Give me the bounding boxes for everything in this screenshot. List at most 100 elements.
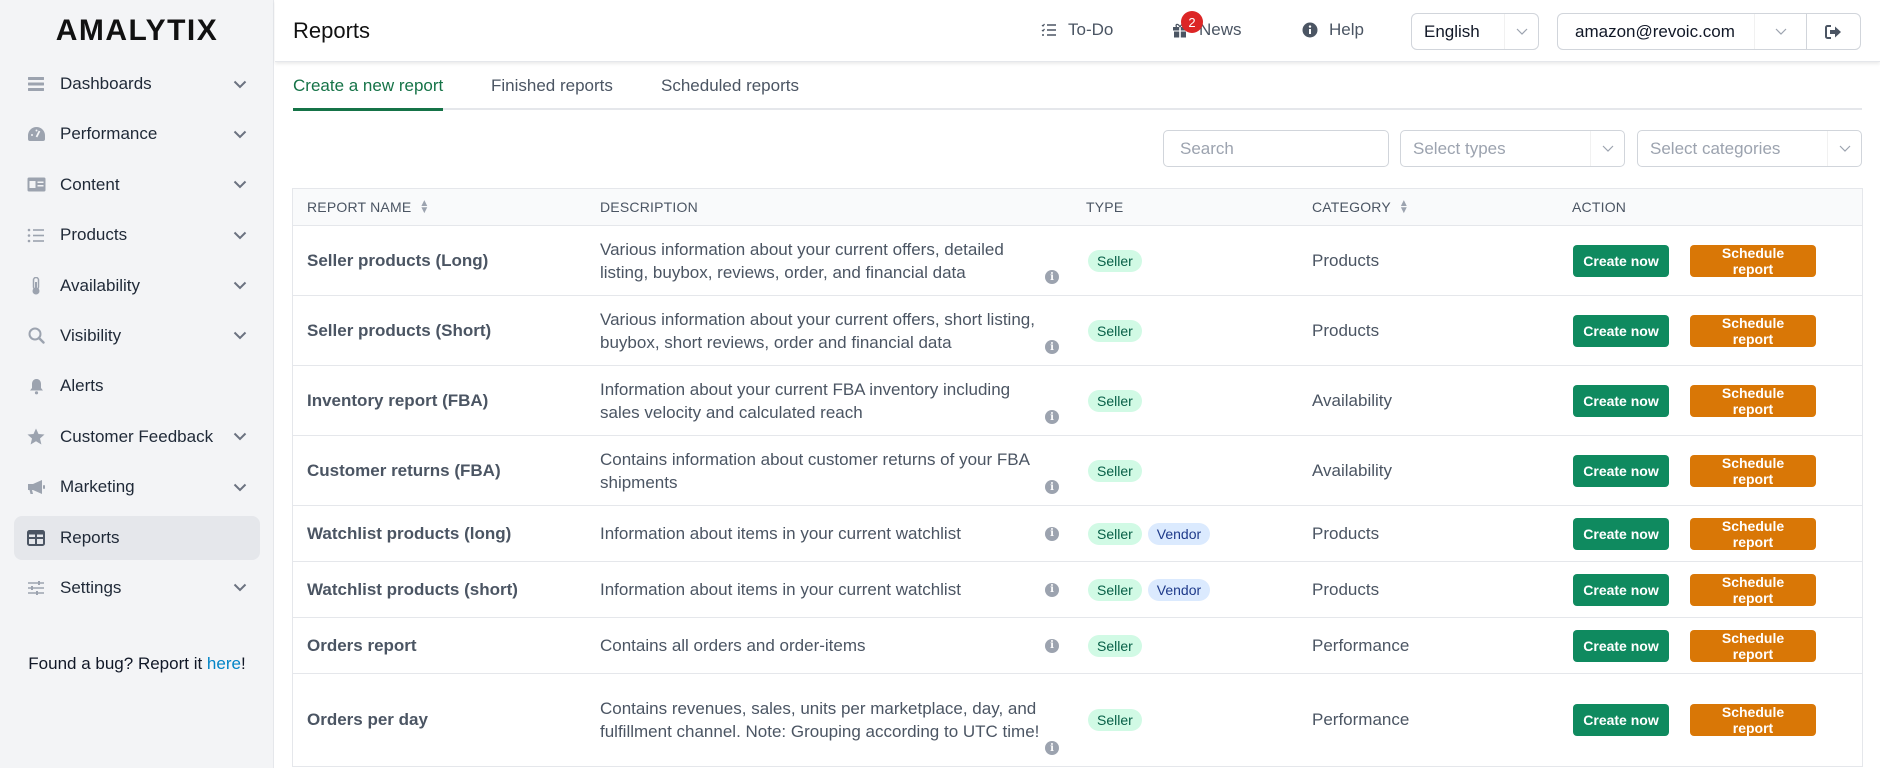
row-actions: Create now Schedule report xyxy=(1573,506,1816,561)
tab-finished-reports[interactable]: Finished reports xyxy=(491,76,613,108)
sidebar-item-settings[interactable]: Settings xyxy=(14,566,260,610)
row-actions: Create now Schedule report xyxy=(1573,562,1816,617)
list-icon xyxy=(26,225,46,245)
report-name: Customer returns (FBA) xyxy=(307,460,501,480)
create-now-button[interactable]: Create now xyxy=(1573,314,1669,347)
info-icon[interactable]: i xyxy=(1045,480,1059,494)
report-description: Contains information about customer retu… xyxy=(600,449,1029,492)
tab-scheduled-reports[interactable]: Scheduled reports xyxy=(661,76,799,108)
info-icon[interactable]: i xyxy=(1045,741,1059,755)
chevron-down-icon xyxy=(232,278,248,294)
report-category: Products xyxy=(1312,250,1380,270)
sidebar-item-visibility[interactable]: Visibility xyxy=(14,314,260,358)
sidebar-item-dashboards[interactable]: Dashboards xyxy=(14,62,260,106)
report-description: Various information about your current o… xyxy=(600,239,1004,282)
sidebar-item-customer-feedback[interactable]: Customer Feedback xyxy=(14,415,260,459)
news-label: News xyxy=(1199,20,1242,39)
report-name: Inventory report (FBA) xyxy=(307,390,489,410)
type-badge-vendor: Vendor xyxy=(1147,522,1211,545)
create-now-button[interactable]: Create now xyxy=(1573,384,1669,417)
info-icon xyxy=(1301,21,1319,39)
sidebar-item-reports[interactable]: Reports xyxy=(14,515,260,560)
table-row: Inventory report (FBA) Information about… xyxy=(293,366,1862,436)
todo-link[interactable]: To-Do xyxy=(1040,20,1113,40)
help-link[interactable]: Help xyxy=(1301,20,1364,40)
create-now-button[interactable]: Create now xyxy=(1573,454,1669,487)
logo[interactable]: AMALYTIX xyxy=(0,14,274,48)
info-icon[interactable]: i xyxy=(1045,526,1059,541)
chevron-down-icon[interactable] xyxy=(1754,14,1806,49)
sort-icon[interactable]: ▲ ▼ xyxy=(1399,199,1409,216)
report-types: Seller xyxy=(1088,366,1142,435)
type-badge-seller: Seller xyxy=(1088,578,1142,601)
schedule-report-button[interactable]: Schedule report xyxy=(1690,629,1816,662)
report-name: Watchlist products (short) xyxy=(307,579,518,599)
schedule-report-button[interactable]: Schedule report xyxy=(1690,517,1816,550)
page-title: Reports xyxy=(293,18,371,43)
info-icon[interactable]: i xyxy=(1045,410,1059,424)
sidebar-item-performance[interactable]: Performance xyxy=(14,112,260,156)
account-select[interactable]: amazon@revoic.com xyxy=(1557,13,1861,50)
row-actions: Create now Schedule report xyxy=(1573,674,1816,766)
report-types: Seller xyxy=(1088,674,1142,766)
column-header-report-name[interactable]: REPORT NAME ▲ ▼ xyxy=(307,199,429,216)
bug-note-prefix: Found a bug? Report it xyxy=(28,654,207,673)
info-icon[interactable]: i xyxy=(1045,638,1059,653)
chevron-down-icon xyxy=(1504,14,1538,49)
star-icon xyxy=(26,427,46,447)
create-now-button[interactable]: Create now xyxy=(1573,517,1669,550)
logout-button[interactable] xyxy=(1806,14,1860,49)
tab-create-new-report[interactable]: Create a new report xyxy=(293,76,444,111)
megaphone-icon xyxy=(26,477,46,497)
todo-label: To-Do xyxy=(1068,20,1114,39)
chevron-down-icon xyxy=(232,479,248,495)
sidebar-item-label: Settings xyxy=(60,577,122,597)
create-now-button[interactable]: Create now xyxy=(1573,573,1669,606)
sidebar-item-label: Reports xyxy=(60,527,120,547)
schedule-report-button[interactable]: Schedule report xyxy=(1690,384,1816,417)
schedule-report-button[interactable]: Schedule report xyxy=(1690,704,1816,736)
schedule-report-button[interactable]: Schedule report xyxy=(1690,573,1816,606)
create-now-button[interactable]: Create now xyxy=(1573,704,1669,736)
sidebar-item-label: Performance xyxy=(60,124,158,144)
create-now-button[interactable]: Create now xyxy=(1573,244,1669,277)
reports-table: REPORT NAME ▲ ▼ DESCRIPTION TYPE CATEGORY… xyxy=(292,188,1863,767)
table-row: Seller products (Long) Various informati… xyxy=(293,226,1862,296)
sidebar-item-label: Products xyxy=(60,225,128,245)
sidebar-item-availability[interactable]: Availability xyxy=(14,264,260,308)
categories-placeholder: Select categories xyxy=(1650,138,1781,158)
sort-icon[interactable]: ▲ ▼ xyxy=(419,199,429,216)
column-header-action: ACTION xyxy=(1572,199,1626,215)
table-row: Seller products (Short) Various informat… xyxy=(293,296,1862,366)
create-now-button[interactable]: Create now xyxy=(1573,629,1669,662)
info-icon[interactable]: i xyxy=(1045,582,1059,597)
chevron-down-icon xyxy=(232,76,248,92)
schedule-report-button[interactable]: Schedule report xyxy=(1690,314,1816,347)
info-icon[interactable]: i xyxy=(1045,340,1059,354)
report-types: Seller xyxy=(1088,436,1142,505)
news-badge: 2 xyxy=(1181,11,1203,33)
types-select[interactable]: Select types xyxy=(1400,130,1625,167)
schedule-report-button[interactable]: Schedule report xyxy=(1690,244,1816,277)
column-header-type: TYPE xyxy=(1086,199,1123,215)
sidebar-item-content[interactable]: Content xyxy=(14,163,260,207)
report-category: Products xyxy=(1312,523,1380,543)
report-types: Seller xyxy=(1088,296,1142,365)
news-link[interactable]: 2 News xyxy=(1171,11,1242,40)
sidebar-item-marketing[interactable]: Marketing xyxy=(14,465,260,509)
info-icon[interactable]: i xyxy=(1045,270,1059,284)
column-header-category[interactable]: CATEGORY ▲ ▼ xyxy=(1312,199,1409,216)
type-badge-seller: Seller xyxy=(1088,634,1142,657)
sidebar-item-alerts[interactable]: Alerts xyxy=(14,364,260,408)
bug-report-link[interactable]: here xyxy=(207,654,241,673)
gift-icon: 2 xyxy=(1171,11,1203,39)
chevron-down-icon xyxy=(232,126,248,142)
categories-select[interactable]: Select categories xyxy=(1637,130,1862,167)
chevron-down-icon xyxy=(232,580,248,596)
search-input[interactable] xyxy=(1164,131,1388,166)
column-label: REPORT NAME xyxy=(307,199,412,215)
report-name: Orders per day xyxy=(307,710,428,729)
language-select[interactable]: English xyxy=(1411,13,1539,50)
schedule-report-button[interactable]: Schedule report xyxy=(1690,454,1816,487)
sidebar-item-products[interactable]: Products xyxy=(14,213,260,257)
